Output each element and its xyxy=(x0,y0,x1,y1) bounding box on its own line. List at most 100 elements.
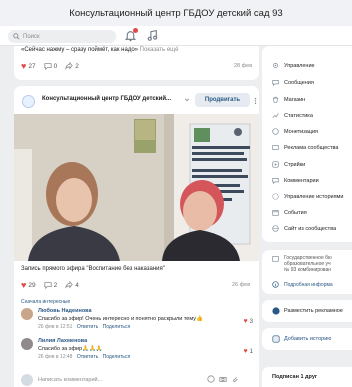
chevron-down-icon[interactable] xyxy=(184,97,190,103)
video-frame-illustration xyxy=(14,114,259,261)
sort-comments-link[interactable]: Сначала интересные xyxy=(21,299,70,305)
post-caption: Запись прямого эфира "Воспитание без нак… xyxy=(21,266,165,272)
friends-label[interactable]: Подписан 1 друг xyxy=(272,374,317,380)
sidebar-item-management[interactable]: Управление xyxy=(272,62,315,69)
comment-meta: 26 фев в 12:48 Ответить Поделиться xyxy=(38,354,130,360)
emoji-icon[interactable] xyxy=(207,375,215,383)
building-icon xyxy=(272,256,279,262)
friends-block: Подписан 1 друг xyxy=(262,367,352,387)
calendar-icon xyxy=(272,210,279,216)
ad-label: Разместить рекламное xyxy=(284,308,343,314)
stories-icon xyxy=(272,193,279,200)
sidebar-item-site[interactable]: Сайт из сообщества xyxy=(272,225,336,232)
sidebar-item-label: События xyxy=(284,209,307,216)
window-title-bar: Консультационный центр ГБДОУ детский сад… xyxy=(0,0,352,26)
camera-icon[interactable] xyxy=(219,375,227,383)
sidebar-item-label: Управление xyxy=(284,62,315,69)
story-block[interactable]: Добавить историю xyxy=(262,328,352,350)
comments-count: 0 xyxy=(53,62,58,70)
heart-icon[interactable]: ♥ xyxy=(244,348,248,355)
post-date: 26 фев xyxy=(232,282,251,288)
comment-likes-count: 3 xyxy=(249,318,253,325)
search-input[interactable]: Поиск xyxy=(8,30,116,43)
attach-icon[interactable] xyxy=(231,375,239,383)
sidebar-item-comments[interactable]: Комментарии xyxy=(272,177,319,184)
sidebar-item-events[interactable]: События xyxy=(272,209,307,216)
music-icon[interactable] xyxy=(146,29,159,42)
avatar[interactable] xyxy=(21,338,33,350)
share-link[interactable]: Поделиться xyxy=(103,354,131,360)
more-info-link[interactable]: Подробная информа xyxy=(284,282,333,288)
more-options-icon[interactable] xyxy=(253,97,258,105)
community-avatar[interactable] xyxy=(22,95,35,108)
shop-icon xyxy=(272,96,279,103)
sidebar-item-monetization[interactable]: Монетизация xyxy=(272,128,318,135)
comment-item: Лилия Лахменова Спасибо за эфир🙏🙏🙏 26 фе… xyxy=(21,338,253,362)
comment-icon[interactable] xyxy=(43,62,52,70)
post-author[interactable]: Консультационный центр ГБДОУ детский... xyxy=(42,96,171,102)
comment-author[interactable]: Лилия Лахменова xyxy=(38,338,87,344)
share-link[interactable]: Поделиться xyxy=(103,324,131,330)
quote-text: «Сейчас нажму – сразу поймёт, как надо» xyxy=(21,47,138,53)
notification-badge xyxy=(133,28,138,33)
sidebar-item-label: Управление историями xyxy=(284,193,344,200)
add-story-icon xyxy=(272,335,280,343)
reposts-count: 2 xyxy=(75,62,79,70)
search-placeholder: Поиск xyxy=(23,33,40,40)
sidebar-item-shop[interactable]: Магазин xyxy=(272,96,305,103)
comment-like[interactable]: ♥ 1 xyxy=(244,348,254,355)
ad-icon xyxy=(272,145,279,150)
avatar xyxy=(21,374,33,386)
comment-author[interactable]: Любовь Надеинова xyxy=(38,308,92,314)
sidebar-item-ads[interactable]: Реклама сообщества xyxy=(272,144,338,151)
reply-link[interactable]: Ответить xyxy=(77,354,98,360)
comment-date: 26 фев в 12:48 xyxy=(38,354,73,360)
comment-input[interactable]: Написать комментарий... xyxy=(38,377,188,387)
reply-link[interactable]: Ответить xyxy=(77,324,98,330)
sidebar-item-stats[interactable]: Статистика xyxy=(272,112,313,119)
heart-icon[interactable]: ♥ xyxy=(244,318,248,325)
sidebar-item-label: Стрийки xyxy=(284,161,306,168)
org-info-block: Государственное бю образовательное уч № … xyxy=(262,250,352,294)
show-more-link[interactable]: Показать ещё xyxy=(140,47,179,53)
sidebar-item-label: Статистика xyxy=(284,112,313,119)
post-date: 28 фев xyxy=(234,63,253,69)
share-icon[interactable] xyxy=(65,62,73,70)
comment-icon[interactable] xyxy=(43,281,52,289)
heart-icon[interactable]: ♥ xyxy=(21,280,26,290)
video-player[interactable] xyxy=(14,114,259,261)
heart-icon[interactable]: ♥ xyxy=(21,61,26,71)
sidebar-item-stories[interactable]: Управление историями xyxy=(272,193,343,200)
sidebar-item-label: Сообщения xyxy=(284,79,314,86)
comments-count: 2 xyxy=(53,281,58,289)
org-text-line: № 93 комбинирован xyxy=(284,267,332,273)
comment-item: Любовь Надеинова Спасибо за эфир! Очень … xyxy=(21,308,253,332)
share-icon[interactable] xyxy=(65,281,73,289)
comment-text: Спасибо за эфир! Очень интересно и понят… xyxy=(38,316,203,322)
reposts-count: 4 xyxy=(75,281,79,289)
previous-post-card: «Сейчас нажму – сразу поймёт, как надо» … xyxy=(14,46,259,80)
sidebar-item-clips[interactable]: Стрийки xyxy=(272,161,305,168)
play-icon xyxy=(272,161,279,168)
globe-icon xyxy=(272,225,279,232)
org-description: Государственное бю образовательное уч № … xyxy=(284,255,332,273)
sidebar-item-messages[interactable]: Сообщения xyxy=(272,79,314,86)
top-toolbar: Поиск xyxy=(0,26,352,46)
comment-like[interactable]: ♥ 3 xyxy=(244,318,254,325)
promote-button[interactable]: Продвигать xyxy=(195,93,250,107)
post-card: Консультационный центр ГБДОУ детский... … xyxy=(14,86,259,387)
sidebar-item-label: Комментарии xyxy=(284,177,319,184)
sidebar-item-label: Сайт из сообщества xyxy=(284,225,337,232)
window-title: Консультационный центр ГБДОУ детский сад… xyxy=(69,7,283,19)
ad-block[interactable]: Разместить рекламное xyxy=(262,300,352,322)
coin-icon xyxy=(272,128,279,135)
comment-text: Спасибо за эфир🙏🙏🙏 xyxy=(38,346,103,352)
message-icon xyxy=(272,80,279,86)
comment-likes-count: 1 xyxy=(249,348,253,355)
sidebar-item-label: Магазин xyxy=(284,96,306,103)
sidebar-item-label: Реклама сообщества xyxy=(284,144,339,151)
avatar[interactable] xyxy=(21,308,33,320)
community-sidebar: Управление Сообщения Магазин Статистика … xyxy=(262,46,352,242)
comment-meta: 26 фев в 12:51 Ответить Поделиться xyxy=(38,324,130,330)
search-icon xyxy=(13,33,20,40)
